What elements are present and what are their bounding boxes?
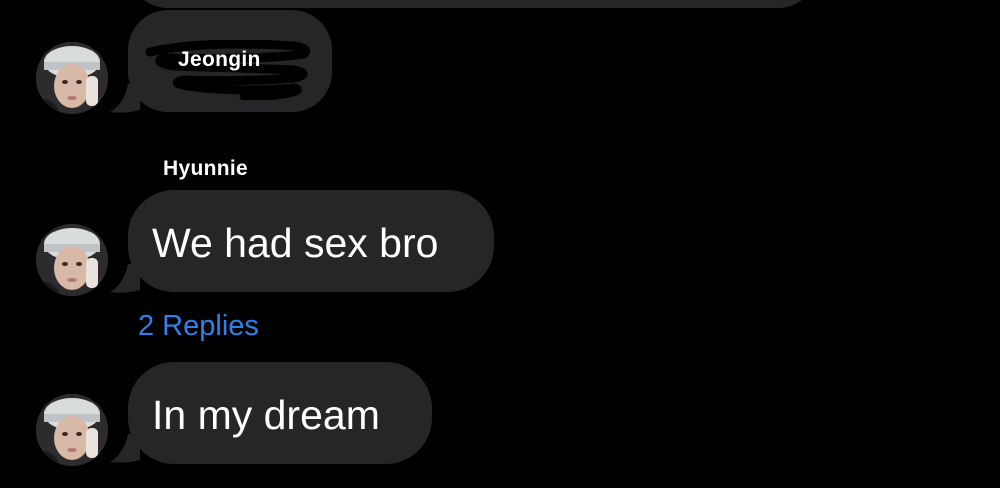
message-text: In my dream bbox=[152, 392, 380, 438]
message-text: We had sex bro bbox=[152, 220, 439, 266]
reply-preview-author: Jeongin bbox=[178, 48, 261, 71]
avatar-photo-icon bbox=[36, 42, 108, 114]
chat-thread: Jeongin Hyunnie We had sex bro 2 Replies bbox=[0, 0, 1000, 488]
avatar-photo-icon bbox=[36, 394, 108, 466]
view-replies-link[interactable]: 2 Replies bbox=[138, 310, 259, 343]
sender-avatar[interactable] bbox=[36, 394, 108, 466]
avatar-photo-icon bbox=[36, 224, 108, 296]
sender-name-label: Hyunnie bbox=[163, 157, 248, 180]
sender-avatar[interactable] bbox=[36, 42, 108, 114]
message-bubble[interactable]: We had sex bro bbox=[128, 190, 494, 292]
message-bubble[interactable]: In my dream bbox=[128, 362, 432, 464]
sender-avatar[interactable] bbox=[36, 224, 108, 296]
reply-preview-bubble[interactable]: Jeongin bbox=[128, 10, 332, 112]
previous-message-bubble[interactable] bbox=[128, 0, 818, 8]
